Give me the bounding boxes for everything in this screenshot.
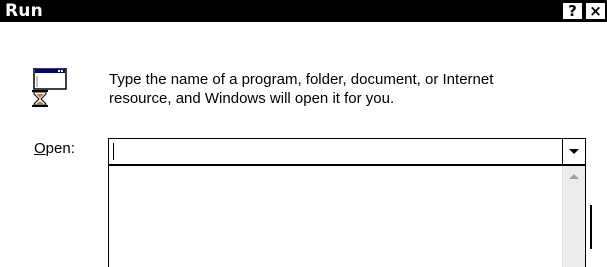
window-title: Run <box>5 1 43 21</box>
scroll-up-arrow-icon[interactable] <box>563 166 585 188</box>
open-label-text: pen: <box>45 140 75 157</box>
instruction-text: Type the name of a program, folder, docu… <box>109 70 579 108</box>
vertical-scrollbar[interactable] <box>562 166 585 267</box>
instruction-line-2: resource, and Windows will open it for y… <box>109 90 395 107</box>
text-caret <box>113 143 114 160</box>
open-combobox[interactable] <box>108 138 586 165</box>
open-dropdown-button[interactable] <box>562 139 585 164</box>
help-button[interactable]: ? <box>562 2 583 20</box>
open-label-accelerator: O <box>34 140 46 157</box>
run-dialog: Run ? × Type the name of a program, fold… <box>0 0 607 267</box>
open-dropdown-list[interactable] <box>108 165 586 267</box>
open-input[interactable] <box>109 139 559 164</box>
close-button[interactable]: × <box>585 2 606 20</box>
run-program-icon <box>32 68 67 107</box>
chevron-down-icon <box>569 149 579 154</box>
open-label: Open: <box>34 140 75 157</box>
instruction-line-1: Type the name of a program, folder, docu… <box>109 71 494 88</box>
dialog-right-edge <box>590 205 592 249</box>
title-bar[interactable]: Run ? × <box>0 0 607 22</box>
